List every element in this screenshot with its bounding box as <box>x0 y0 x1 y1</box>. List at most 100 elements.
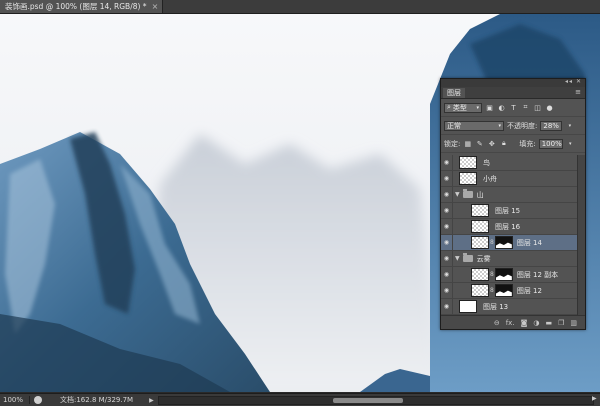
layer-name: 图层 15 <box>495 206 521 215</box>
adjustment-filter-icon[interactable]: ◐ <box>497 103 506 112</box>
fill-label: 填充: <box>519 139 536 148</box>
adjustment-layer-icon[interactable]: ◑ <box>533 319 539 327</box>
layers-list: ◉ 鸟 ◉ 小舟 ◉ ▼ 山 ◉ 图层 15 ◉ 图层 16 ◉ 8 图层 14… <box>441 155 585 315</box>
visibility-eye-icon[interactable]: ◉ <box>441 155 453 170</box>
group-row[interactable]: ◉ ▼ 云雾 <box>441 251 578 267</box>
layer-name: 图层 12 <box>516 286 542 295</box>
panel-collapse-controls[interactable]: ◂◂ ✕ <box>565 78 582 85</box>
expand-triangle-icon[interactable]: ▼ <box>455 191 460 198</box>
layer-name: 鸟 <box>483 158 490 167</box>
panel-footer: ⊖ fx. ◙ ◑ ▬ ❐ ▥ <box>441 315 585 329</box>
status-menu-arrow-icon[interactable]: ▶ <box>149 397 154 404</box>
scrollbar-thumb[interactable] <box>333 398 403 403</box>
shape-filter-icon[interactable]: ⌗ <box>521 103 530 112</box>
panel-header: ◂◂ ✕ <box>441 78 585 87</box>
layer-thumbnail <box>471 220 489 233</box>
scroll-right-arrow-icon[interactable]: ▶ <box>592 395 597 402</box>
new-layer-icon[interactable]: ❐ <box>558 319 564 327</box>
fx-icon[interactable]: fx. <box>506 319 515 327</box>
link-layers-icon[interactable]: ⊖ <box>494 319 500 327</box>
blend-row: 正常 ▾ 不透明度: 28% ▾ <box>441 117 585 135</box>
horizontal-scrollbar[interactable] <box>158 396 594 405</box>
layer-name: 图层 12 副本 <box>516 270 559 279</box>
lock-label: 锁定: <box>444 139 461 148</box>
layer-row[interactable]: ◉ 图层 13 <box>441 299 578 315</box>
layer-thumbnail <box>459 172 477 185</box>
lock-transparent-icon[interactable]: ▦ <box>463 139 472 148</box>
layer-row[interactable]: ◉ 鸟 <box>441 155 578 171</box>
layer-thumbnail <box>459 156 477 169</box>
layer-name: 小舟 <box>483 174 497 183</box>
tab-layers[interactable]: 图层 <box>443 88 465 98</box>
layer-name: 图层 13 <box>483 302 509 311</box>
visibility-eye-icon[interactable]: ◉ <box>441 251 453 266</box>
smart-object-filter-icon[interactable]: ◫ <box>533 103 542 112</box>
visibility-eye-icon[interactable]: ◉ <box>441 219 453 234</box>
layer-row[interactable]: ◉ 小舟 <box>441 171 578 187</box>
layer-mask-thumbnail[interactable] <box>494 236 513 249</box>
layer-row[interactable]: ◉ 图层 16 <box>441 219 578 235</box>
layer-thumbnail <box>459 300 477 313</box>
opacity-slider-toggle-icon[interactable]: ▾ <box>565 121 574 130</box>
layer-name: 图层 16 <box>495 222 521 231</box>
layer-row[interactable]: ◉ 8 图层 12 副本 <box>441 267 578 283</box>
visibility-eye-icon[interactable]: ◉ <box>441 267 453 282</box>
visibility-eye-icon[interactable]: ◉ <box>441 235 453 250</box>
visibility-eye-icon[interactable]: ◉ <box>441 187 453 202</box>
type-filter-icon[interactable]: T <box>509 103 518 112</box>
lock-position-icon[interactable]: ✥ <box>487 139 496 148</box>
status-info-icon[interactable] <box>34 396 42 404</box>
new-group-icon[interactable]: ▬ <box>545 319 552 327</box>
folder-icon <box>462 189 473 198</box>
fill-slider-toggle-icon[interactable]: ▾ <box>566 139 575 148</box>
filter-kind-value: 类型 <box>452 103 467 112</box>
layer-thumbnail <box>471 284 489 297</box>
group-name: 山 <box>476 190 484 199</box>
filter-toggle-icon[interactable]: ● <box>545 103 554 112</box>
add-mask-icon[interactable]: ◙ <box>521 319 528 327</box>
layer-row[interactable]: ◉ 图层 15 <box>441 203 578 219</box>
filter-row: ⌕ 类型 ▾ ▣ ◐ T ⌗ ◫ ● <box>441 99 585 117</box>
layer-mask-thumbnail[interactable] <box>494 284 513 297</box>
layers-panel: ◂◂ ✕ 图层 ≡ ⌕ 类型 ▾ ▣ ◐ T ⌗ ◫ ● 正常 ▾ 不透明度: … <box>440 78 586 330</box>
layer-thumbnail <box>471 236 489 249</box>
visibility-eye-icon[interactable]: ◉ <box>441 283 453 298</box>
layer-thumbnail <box>471 268 489 281</box>
layers-scrollbar[interactable] <box>577 155 585 315</box>
layer-name: 图层 14 <box>516 238 542 247</box>
chevron-down-icon: ▾ <box>498 122 501 129</box>
close-tab-icon[interactable]: × <box>152 2 159 11</box>
zoom-level[interactable]: 100% <box>0 396 30 404</box>
visibility-eye-icon[interactable]: ◉ <box>441 203 453 218</box>
image-filter-icon[interactable]: ▣ <box>485 103 494 112</box>
delete-layer-icon[interactable]: ▥ <box>570 319 577 327</box>
fill-input[interactable]: 100% <box>538 138 563 149</box>
document-tab-bar: 装饰画.psd @ 100% (图层 14, RGB/8) * × <box>0 0 600 14</box>
lock-paint-icon[interactable]: ✎ <box>475 139 484 148</box>
blend-mode-select[interactable]: 正常 ▾ <box>444 120 504 131</box>
layer-row-selected[interactable]: ◉ 8 图层 14 <box>441 235 578 251</box>
menu-icon[interactable]: ≡ <box>575 88 581 96</box>
chevron-down-icon: ▾ <box>476 104 479 111</box>
opacity-input[interactable]: 28% <box>540 120 563 131</box>
lock-all-icon[interactable]: 🔒︎ <box>499 139 508 148</box>
filter-kind-select[interactable]: ⌕ 类型 ▾ <box>444 102 482 113</box>
layer-mask-thumbnail[interactable] <box>494 268 513 281</box>
layer-thumbnail <box>471 204 489 217</box>
visibility-eye-icon[interactable]: ◉ <box>441 171 453 186</box>
document-size: 文档:162.8 M/329.7M <box>60 396 134 404</box>
document-tab[interactable]: 装饰画.psd @ 100% (图层 14, RGB/8) * × <box>0 0 164 13</box>
expand-triangle-icon[interactable]: ▼ <box>455 255 460 262</box>
mask-link-icon[interactable]: 8 <box>490 271 494 278</box>
mask-link-icon[interactable]: 8 <box>490 239 494 246</box>
opacity-label: 不透明度: <box>507 121 538 130</box>
mask-link-icon[interactable]: 8 <box>490 287 494 294</box>
visibility-eye-icon[interactable]: ◉ <box>441 299 453 314</box>
folder-icon <box>462 253 473 262</box>
group-row[interactable]: ◉ ▼ 山 <box>441 187 578 203</box>
search-icon: ⌕ <box>447 103 451 111</box>
group-name: 云雾 <box>476 254 491 263</box>
panel-tabs: 图层 ≡ <box>441 87 585 99</box>
lock-row: 锁定: ▦ ✎ ✥ 🔒︎ 填充: 100% ▾ <box>441 135 585 153</box>
layer-row[interactable]: ◉ 8 图层 12 <box>441 283 578 299</box>
